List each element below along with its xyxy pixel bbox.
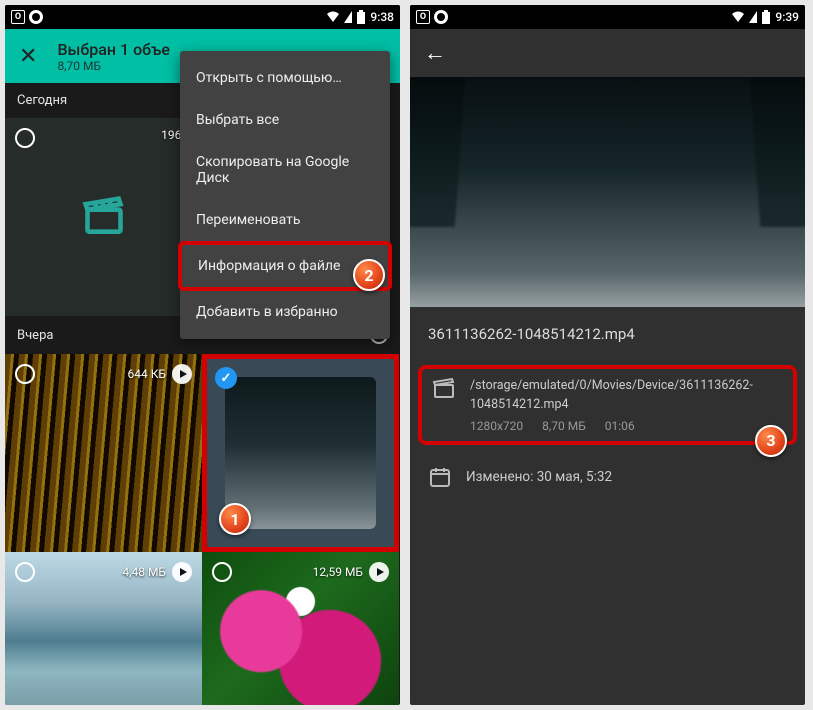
screen-file-info: O 9:39 ← 3611136262-1048514212.mp4 xyxy=(410,5,805,705)
file-meta: 1280x720 8,70 МБ 01:06 xyxy=(470,419,783,433)
select-ring-icon[interactable] xyxy=(212,562,232,582)
menu-copy-gdrive[interactable]: Скопировать на Google Диск xyxy=(180,141,390,199)
file-path-block: /storage/emulated/0/Movies/Device/361113… xyxy=(418,365,797,445)
menu-open-with[interactable]: Открыть с помощью… xyxy=(180,57,390,99)
selection-count: Выбран 1 объе xyxy=(57,40,170,59)
status-time: 9:38 xyxy=(370,10,394,24)
video-tile-placeholder[interactable]: 196 К xyxy=(5,118,202,316)
file-path: /storage/emulated/0/Movies/Device/361113… xyxy=(470,377,783,415)
menu-favorite[interactable]: Добавить в избранно xyxy=(180,291,390,333)
selection-size: 8,70 МБ xyxy=(57,59,170,73)
statusbar-right: O 9:39 xyxy=(410,5,805,29)
screen-gallery: O 9:38 ✕ Выбран 1 объе 8,70 МБ Сегодня xyxy=(5,5,400,705)
wifi-icon xyxy=(731,11,745,23)
status-time: 9:39 xyxy=(775,10,799,24)
detail-header: ← xyxy=(410,29,805,77)
select-ring-icon[interactable] xyxy=(15,364,35,384)
context-menu: Открыть с помощью… Выбрать все Скопирова… xyxy=(180,51,390,339)
file-name: 3611136262-1048514212.mp4 xyxy=(428,325,787,343)
video-tile-flower[interactable]: 12,59 МБ xyxy=(202,552,399,705)
close-selection-button[interactable]: ✕ xyxy=(19,44,37,69)
back-button[interactable]: ← xyxy=(424,40,446,66)
clapper-icon xyxy=(82,195,126,239)
modified-row: Изменено: 30 мая, 5:32 xyxy=(428,461,787,493)
battery-icon xyxy=(761,10,771,24)
opera-icon: O xyxy=(416,10,430,24)
wifi-icon xyxy=(326,11,340,23)
signal-icon xyxy=(749,11,757,23)
play-icon[interactable] xyxy=(369,562,389,582)
shazam-icon xyxy=(29,10,43,24)
clapper-icon xyxy=(432,377,456,401)
battery-icon xyxy=(356,10,366,24)
play-icon[interactable] xyxy=(172,364,192,384)
annotation-badge-3: 3 xyxy=(755,425,787,457)
video-tile-ocean[interactable]: 4,48 МБ xyxy=(5,552,202,705)
video-tile-city[interactable]: 644 КБ xyxy=(5,354,202,552)
annotation-badge-1: 1 xyxy=(219,503,251,535)
opera-icon: O xyxy=(11,10,25,24)
modified-text: Изменено: 30 мая, 5:32 xyxy=(466,469,612,485)
signal-icon xyxy=(344,11,352,23)
statusbar-left: O 9:38 xyxy=(5,5,400,29)
select-ring-icon[interactable] xyxy=(15,562,35,582)
checkmark-icon: ✓ xyxy=(215,367,237,389)
select-ring-icon[interactable] xyxy=(15,128,35,148)
video-preview[interactable] xyxy=(410,77,805,307)
menu-rename[interactable]: Переименовать xyxy=(180,199,390,241)
play-icon[interactable] xyxy=(172,562,192,582)
annotation-badge-2: 2 xyxy=(353,259,385,291)
shazam-icon xyxy=(434,10,448,24)
calendar-icon xyxy=(428,465,452,489)
menu-select-all[interactable]: Выбрать все xyxy=(180,99,390,141)
